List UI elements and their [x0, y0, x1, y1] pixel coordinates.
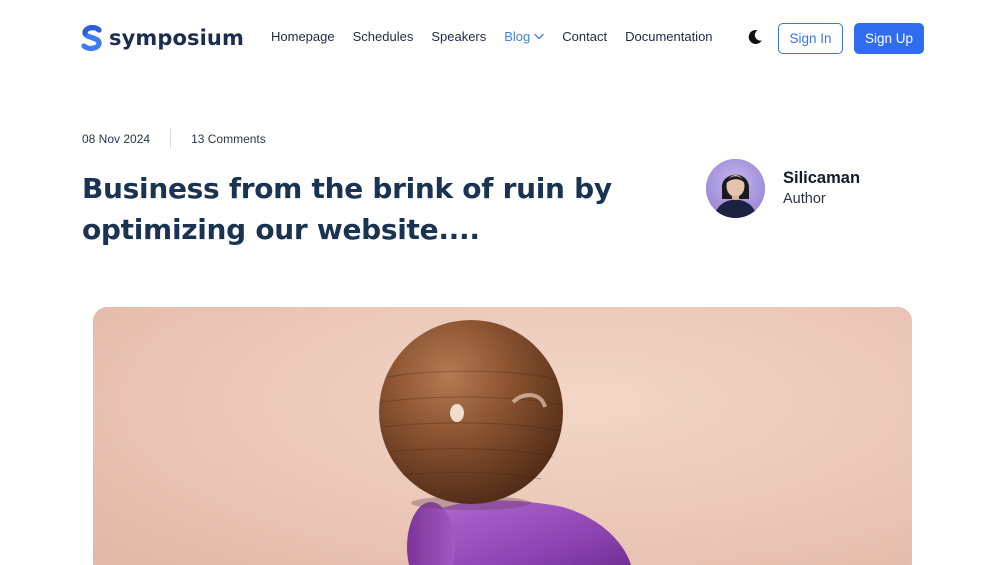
nav-documentation-label: Documentation: [625, 29, 713, 44]
symposium-s-logo-icon: [81, 25, 102, 51]
author-info: Silicaman Author: [783, 168, 860, 210]
nav-speakers[interactable]: Speakers: [431, 29, 486, 44]
sign-in-button[interactable]: Sign In: [778, 23, 843, 54]
article-title: Business from the brink of ruin by optim…: [82, 172, 612, 246]
nav-speakers-label: Speakers: [431, 29, 487, 44]
brand-logo[interactable]: symposium: [81, 24, 244, 52]
moon-icon[interactable]: [746, 28, 764, 46]
nav-schedules-label: Schedules: [352, 29, 414, 44]
author-role: Author: [783, 190, 826, 207]
article-hero-image: [93, 307, 912, 565]
article-meta: 08 Nov 2024 13 Comments: [82, 129, 266, 148]
author-portrait-image: [706, 159, 765, 218]
nav-homepage[interactable]: Homepage: [271, 29, 335, 44]
nav-contact[interactable]: Contact: [562, 29, 607, 44]
hero-illustration: [379, 320, 632, 565]
author-card: Silicaman Author: [706, 159, 860, 218]
nav-blog-label: Blog: [504, 29, 531, 44]
nav-schedules[interactable]: Schedules: [353, 29, 414, 44]
author-name[interactable]: Silicaman: [783, 168, 860, 189]
blog-post-page: symposium Homepage Schedules Speakers Bl…: [0, 0, 1005, 565]
avatar[interactable]: [706, 159, 765, 218]
article-comments-count[interactable]: 13 Comments: [171, 132, 266, 146]
article-date: 08 Nov 2024: [82, 131, 151, 146]
nav-homepage-label: Homepage: [271, 29, 335, 44]
sign-in-label: Sign In: [789, 31, 832, 46]
nav-contact-label: Contact: [562, 29, 608, 44]
chevron-down-icon: [534, 33, 544, 40]
main-nav: Homepage Schedules Speakers Blog Contact…: [271, 29, 713, 44]
nav-blog[interactable]: Blog: [504, 29, 544, 44]
sign-up-button[interactable]: Sign Up: [854, 23, 924, 54]
site-header: symposium Homepage Schedules Speakers Bl…: [0, 0, 1005, 76]
nav-documentation[interactable]: Documentation: [625, 29, 712, 44]
brand-name: symposium: [109, 26, 244, 50]
sign-up-label: Sign Up: [864, 31, 914, 46]
